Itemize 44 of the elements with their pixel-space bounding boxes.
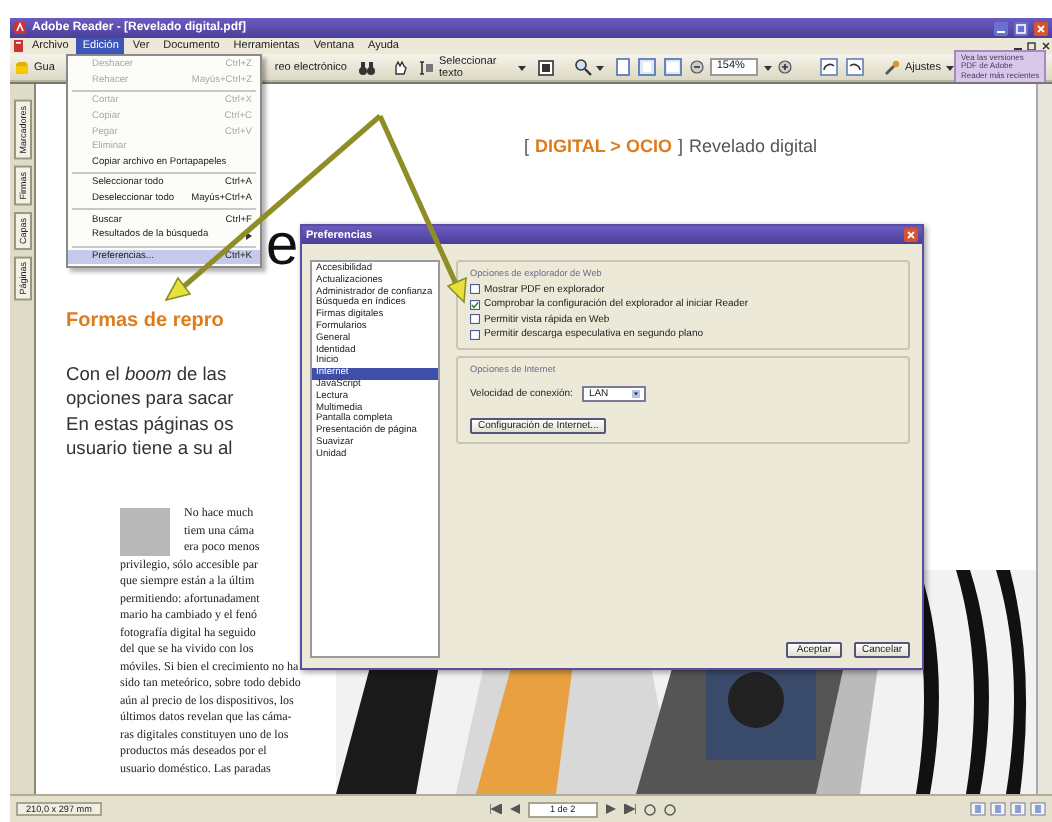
submenu-arrow-icon xyxy=(246,231,252,240)
placeholder-image xyxy=(120,508,170,557)
article-heading: Formas de repro xyxy=(66,310,224,332)
forward-icon[interactable] xyxy=(663,803,676,815)
checkbox[interactable] xyxy=(470,314,480,325)
large-letter: e xyxy=(266,220,299,272)
dropdown-arrow-icon xyxy=(632,390,641,398)
hand-icon[interactable] xyxy=(392,58,409,76)
checkbox[interactable] xyxy=(470,329,480,340)
next-page-icon[interactable] xyxy=(605,804,616,814)
intro-paragraph: Con el boom de las opciones para sacar En estas páginas os usuario tiene a su al xyxy=(66,362,234,461)
zoom-in-icon[interactable] xyxy=(778,60,793,74)
wrench-icon xyxy=(884,59,901,75)
back-icon[interactable] xyxy=(643,803,656,815)
text-cursor-icon xyxy=(418,59,435,75)
snapshot-icon[interactable] xyxy=(538,59,555,75)
fit-page-icon[interactable] xyxy=(638,58,657,76)
dropdown-caret-icon[interactable] xyxy=(596,63,605,71)
first-page-icon[interactable] xyxy=(489,804,502,814)
close-icon[interactable] xyxy=(1040,40,1052,52)
fit-width-icon[interactable] xyxy=(664,58,683,76)
minimize-icon[interactable] xyxy=(994,21,1008,35)
actual-size-icon[interactable] xyxy=(616,58,631,76)
document-icon xyxy=(12,40,24,52)
rotate-icon[interactable] xyxy=(820,58,839,76)
previous-page-icon[interactable] xyxy=(509,804,520,814)
checkbox[interactable] xyxy=(470,284,480,295)
page-title: Revelado digital xyxy=(688,136,818,156)
folder-icon xyxy=(14,59,30,75)
section-bracket: ] xyxy=(677,136,683,156)
checkbox[interactable] xyxy=(470,299,480,310)
dropdown-caret-icon[interactable] xyxy=(946,63,955,71)
dropdown-caret-icon[interactable] xyxy=(764,63,773,71)
dropdown-caret-icon[interactable] xyxy=(518,63,527,71)
section-bracket: [ xyxy=(524,136,530,156)
restore-icon[interactable] xyxy=(1026,40,1038,52)
app-icon xyxy=(14,22,26,34)
rotate-icon[interactable] xyxy=(846,58,865,76)
binoculars-icon[interactable] xyxy=(358,59,377,75)
last-page-icon[interactable] xyxy=(623,804,636,814)
zoom-out-icon[interactable] xyxy=(690,60,705,74)
zoom-icon[interactable] xyxy=(574,58,593,76)
section-path: DIGITAL > OCIO xyxy=(535,136,672,156)
maximize-icon[interactable] xyxy=(1014,21,1028,35)
